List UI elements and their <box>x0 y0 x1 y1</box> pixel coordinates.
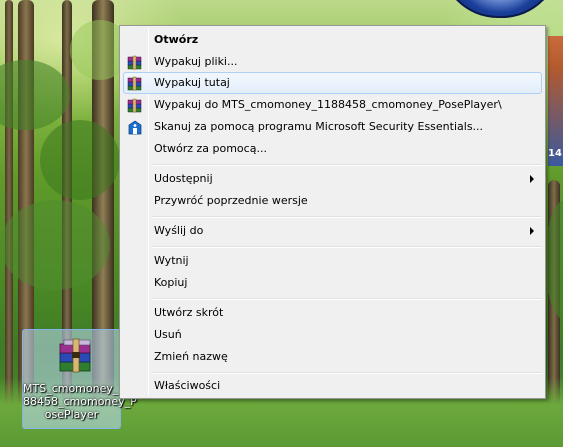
winrar-books-icon <box>127 98 142 113</box>
menu-item-open-with[interactable]: Otwórz za pomocą... <box>123 138 542 160</box>
menu-item-label: Właściwości <box>154 379 221 392</box>
menu-item-open[interactable]: Otwórz <box>123 29 542 51</box>
menu-item-label: Wytnij <box>154 254 189 267</box>
menu-item-send-to[interactable]: Wyślij do <box>123 220 542 242</box>
desktop-gadget-strip[interactable] <box>548 36 563 166</box>
menu-item-extract-to-folder[interactable]: Wypakuj do MTS_cmomoney_1188458_cmomoney… <box>123 94 542 116</box>
menu-separator <box>151 246 542 248</box>
menu-item-extract-files[interactable]: Wypakuj pliki... <box>123 51 542 73</box>
winrar-books-icon <box>127 55 142 70</box>
foliage <box>40 120 120 200</box>
menu-item-label: Skanuj za pomocą programu Microsoft Secu… <box>154 120 484 133</box>
foliage <box>0 200 110 290</box>
menu-item-label: Wypakuj do MTS_cmomoney_1188458_cmomoney… <box>154 98 502 111</box>
desktop-file-label: MTS_cmomoney_1 88458_cmomoney_P osePlaye… <box>23 382 137 421</box>
menu-item-label: Otwórz za pomocą... <box>154 142 267 155</box>
menu-separator <box>151 372 542 374</box>
menu-separator <box>151 298 542 300</box>
menu-item-delete[interactable]: Usuń <box>123 324 542 346</box>
menu-item-extract-here[interactable]: Wypakuj tutaj <box>123 72 542 94</box>
menu-item-label: Otwórz <box>154 33 199 46</box>
desktop-file-icon[interactable]: MTS_cmomoney_1 88458_cmomoney_P osePlaye… <box>22 329 137 429</box>
context-menu: Otwórz Wypakuj pliki... Wypakuj tutaj Wy… <box>119 25 546 399</box>
submenu-arrow-icon <box>530 227 534 235</box>
submenu-arrow-icon <box>530 175 534 183</box>
security-scan-icon <box>128 120 142 135</box>
menu-item-create-shortcut[interactable]: Utwórz skrót <box>123 302 542 324</box>
menu-item-copy[interactable]: Kopiuj <box>123 272 542 294</box>
menu-item-label: Wypakuj pliki... <box>154 55 238 68</box>
winrar-archive-icon <box>59 338 91 373</box>
menu-item-label: Wypakuj tutaj <box>154 76 230 89</box>
menu-separator <box>151 164 542 166</box>
menu-item-label: Kopiuj <box>154 276 188 289</box>
gadget-clock-text: 14 <box>548 148 562 159</box>
menu-item-label: Udostępnij <box>154 172 213 185</box>
menu-item-label: Zmień nazwę <box>154 350 228 363</box>
menu-item-properties[interactable]: Właściwości <box>123 375 542 397</box>
winrar-books-icon <box>127 76 142 91</box>
desktop-gadget[interactable] <box>440 0 560 18</box>
menu-item-label: Wyślij do <box>154 224 204 237</box>
menu-item-cut[interactable]: Wytnij <box>123 250 542 272</box>
menu-item-label: Usuń <box>154 328 182 341</box>
menu-item-restore-previous-versions[interactable]: Przywróć poprzednie wersje <box>123 190 542 212</box>
foliage <box>0 60 70 130</box>
menu-item-share[interactable]: Udostępnij <box>123 168 542 190</box>
menu-item-scan-security-essentials[interactable]: Skanuj za pomocą programu Microsoft Secu… <box>123 116 542 138</box>
menu-item-rename[interactable]: Zmień nazwę <box>123 346 542 368</box>
menu-separator <box>151 216 542 218</box>
menu-item-label: Utwórz skrót <box>154 306 224 319</box>
menu-item-label: Przywróć poprzednie wersje <box>154 194 308 207</box>
